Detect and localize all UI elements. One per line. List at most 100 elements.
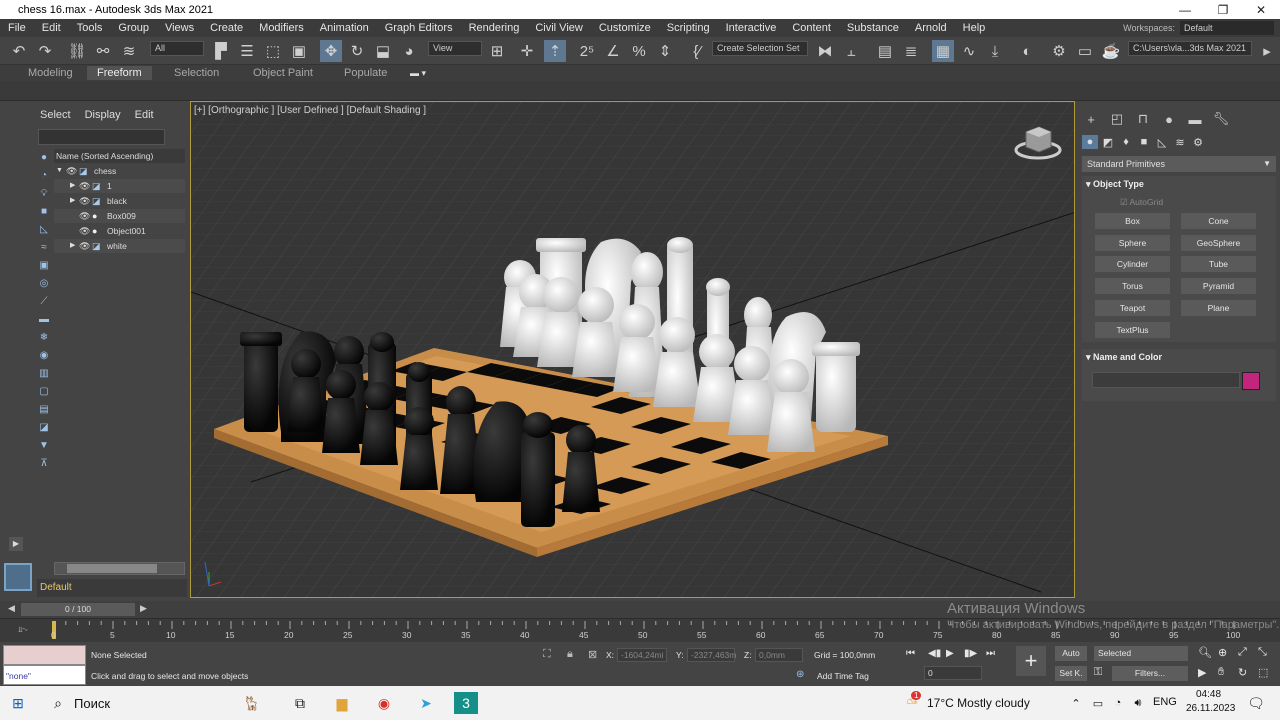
spacewarps-icon[interactable]: ≋ (1172, 135, 1188, 149)
explorer-search-input[interactable] (38, 129, 165, 145)
filter-cameras-icon[interactable]: ■ (36, 203, 52, 219)
object-type-header[interactable]: ▾ Object Type (1082, 176, 1276, 192)
goto-start-icon[interactable]: ⏮ (906, 648, 915, 659)
bind-space-warp-icon[interactable]: ≋ (118, 40, 140, 62)
x-coordinate-field[interactable]: -1604,24mi (617, 648, 667, 662)
explorer-column-header[interactable]: Name (Sorted Ascending) (54, 149, 185, 163)
weather-text[interactable]: 17°C Mostly cloudy (927, 696, 1030, 710)
add-time-tag[interactable]: Add Time Tag (817, 671, 869, 681)
clock-date[interactable]: 26.11.2023 (1186, 703, 1235, 714)
window-crossing-icon[interactable]: ▣ (288, 40, 310, 62)
set-key-button[interactable]: Set K. (1055, 666, 1087, 681)
select-rotate-icon[interactable]: ↻ (346, 40, 368, 62)
tree-row-chess[interactable]: ▼ 👁︎ ◪ chess (54, 164, 185, 178)
visibility-eye-icon[interactable]: 👁︎ (66, 164, 77, 178)
align-icon[interactable]: ⫠ (840, 40, 862, 62)
edit-named-selection-icon[interactable]: {⁄ (686, 40, 708, 62)
visibility-eye-icon[interactable]: 👁︎ (79, 179, 90, 193)
current-layer-field[interactable]: Default (37, 579, 187, 597)
key-filter-selected-dropdown[interactable]: Selected (1094, 646, 1188, 661)
telegram-icon[interactable]: ➤ (414, 692, 438, 714)
layer-icon[interactable]: ◪ (36, 419, 52, 435)
autogrid-checkbox[interactable]: ☑ AutoGrid (1120, 197, 1163, 208)
spinner-snap-icon[interactable]: ⇕ (654, 40, 676, 62)
time-slider-thumb[interactable]: 0 / 100 (21, 603, 135, 616)
project-folder-icon[interactable]: ▸ (1256, 40, 1278, 62)
key-filters-button[interactable]: Filters... (1112, 666, 1188, 681)
systems-icon[interactable]: ⚙ (1190, 135, 1206, 149)
visibility-eye-icon[interactable]: 👁︎ (79, 239, 90, 253)
named-selection-dropdown[interactable]: Create Selection Set (712, 41, 808, 56)
geometry-icon[interactable]: ● (1082, 135, 1098, 149)
filter-lights-icon[interactable]: 💡︎ (36, 185, 52, 201)
tree-row-box009[interactable]: 👁︎ ● Box009 (54, 209, 185, 223)
shapes-icon[interactable]: ◩ (1100, 135, 1116, 149)
helpers-icon[interactable]: ◺ (1154, 135, 1170, 149)
primitives-category-dropdown[interactable]: Standard Primitives ▼ (1082, 156, 1276, 172)
select-by-name-icon[interactable]: ☰ (236, 40, 258, 62)
unlink-icon[interactable]: ⚯ (92, 40, 114, 62)
next-frame-icon[interactable]: ▮▶ (964, 648, 977, 659)
render-production-icon[interactable]: ☕ (1100, 40, 1122, 62)
filter-shapes-icon[interactable]: ◔ (36, 167, 52, 183)
task-view-icon[interactable]: ⧉ (288, 692, 312, 714)
search-icon[interactable]: ⌕ (46, 692, 70, 714)
explorer-expand-icon[interactable]: ▶ (9, 537, 23, 551)
file-explorer-icon[interactable]: ▆ (330, 692, 354, 714)
plane-button[interactable]: Plane (1181, 300, 1256, 316)
tab-object-paint[interactable]: Object Paint (243, 66, 323, 80)
filter-hidden-icon[interactable]: ◉ (36, 347, 52, 363)
motion-tab-icon[interactable]: ● (1160, 111, 1178, 127)
viewport-label[interactable]: [+] [Orthographic ] [User Defined ] [Def… (194, 105, 426, 116)
tab-freeform[interactable]: Freeform (87, 66, 152, 80)
cameras-icon[interactable]: ■ (1136, 135, 1152, 149)
filter-spacewarps-icon[interactable]: ≈ (36, 239, 52, 255)
menu-views[interactable]: Views (157, 22, 202, 34)
menu-create[interactable]: Create (202, 22, 251, 34)
rect-selection-icon[interactable]: ⬚ (262, 40, 284, 62)
explorer-menu-select[interactable]: Select (40, 109, 71, 121)
find-icon[interactable]: ⊼ (36, 455, 52, 471)
filter-containers-icon[interactable]: ▬ (36, 311, 52, 327)
fov-icon[interactable]: ▶ (1198, 666, 1206, 679)
menu-animation[interactable]: Animation (312, 22, 377, 34)
time-tag-icon[interactable]: ⊛ (796, 669, 804, 680)
play-icon[interactable]: ▶ (946, 648, 954, 659)
y-coordinate-field[interactable]: -2327,463m (687, 648, 736, 662)
maxscript-output[interactable]: "none" (3, 665, 86, 685)
keyboard-shortcut-override-icon[interactable]: ⇡ (544, 40, 566, 62)
textplus-button[interactable]: TextPlus (1095, 322, 1170, 338)
select-object-icon[interactable]: ▛ (210, 40, 232, 62)
menu-scripting[interactable]: Scripting (659, 22, 718, 34)
tube-button[interactable]: Tube (1181, 256, 1256, 272)
expand-arrow-icon[interactable]: ▶ (70, 239, 75, 253)
key-mode-icon[interactable]: + (1016, 646, 1046, 676)
modify-tab-icon[interactable]: ◰ (1108, 111, 1126, 127)
toggle-scene-explorer-icon[interactable]: ▤ (874, 40, 896, 62)
tree-row-white[interactable]: ▶ 👁︎ ◪ white (54, 239, 185, 253)
key-icon[interactable]: ⚿ (1094, 666, 1102, 679)
geosphere-button[interactable]: GeoSphere (1181, 235, 1256, 251)
maxscript-listener[interactable]: "none" (3, 645, 86, 685)
menu-rendering[interactable]: Rendering (461, 22, 528, 34)
menu-content[interactable]: Content (784, 22, 839, 34)
time-next-icon[interactable]: ▶ (140, 603, 147, 614)
chrome-icon[interactable]: ◉ (372, 692, 396, 714)
orbit-icon[interactable]: ↻ (1238, 666, 1247, 679)
scene-explorer-toggle-icon[interactable] (4, 563, 32, 591)
workspaces-dropdown[interactable]: Default (1180, 21, 1274, 35)
explorer-hscrollbar[interactable] (54, 562, 185, 575)
menu-modifiers[interactable]: Modifiers (251, 22, 312, 34)
menu-civil-view[interactable]: Civil View (527, 22, 590, 34)
menu-customize[interactable]: Customize (591, 22, 659, 34)
menu-graph-editors[interactable]: Graph Editors (377, 22, 461, 34)
menu-interactive[interactable]: Interactive (718, 22, 785, 34)
lights-icon[interactable]: ♦ (1118, 135, 1134, 149)
goto-end-icon[interactable]: ⏭ (986, 648, 995, 659)
toggle-ribbon-icon[interactable]: ▦ (932, 40, 954, 62)
select-manipulate-icon[interactable]: ✛ (516, 40, 538, 62)
filter-helpers-icon[interactable]: ◺ (36, 221, 52, 237)
close-button[interactable]: ✕ (1242, 0, 1280, 19)
isolate-selection-icon[interactable]: ⛶ (543, 648, 551, 661)
current-frame-field[interactable]: 0 (924, 666, 982, 680)
